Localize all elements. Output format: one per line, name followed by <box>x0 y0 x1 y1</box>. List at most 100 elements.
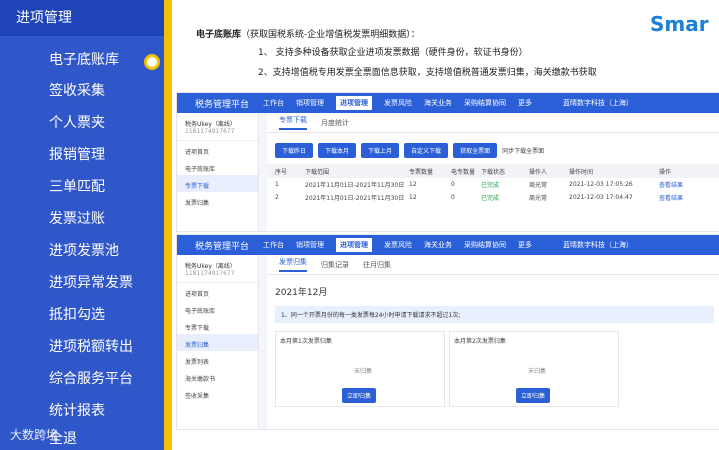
ukey-box[interactable]: 税务Ukey（离线） 1181174917677 <box>177 113 258 141</box>
company-name[interactable]: 蓝晴数字科技（上海） <box>563 240 633 250</box>
nav-input[interactable]: 进项管理 <box>336 96 373 110</box>
main-content: 发票归集 归集记录 往月归集 2021年12月 1、同一个开票月份的每一类发票每24… <box>267 255 719 429</box>
menu-item-transfer[interactable]: 进项税额转出 <box>49 336 133 356</box>
menu-item-report[interactable]: 统计报表 <box>49 400 105 420</box>
left-menu: 进项管理 电子底账库 签收采集 个人票夹 报销管理 三单匹配 发票过账 进项发票… <box>0 0 172 450</box>
menu-item-posting[interactable]: 发票过账 <box>49 208 105 228</box>
cell: 2021-12-03 17:04:47 <box>569 194 633 201</box>
tab-records[interactable]: 归集记录 <box>321 260 349 270</box>
col-header: 专票数量 <box>409 168 434 176</box>
menu-item-ledger[interactable]: 电子底账库 <box>49 49 119 69</box>
btn-this-month[interactable]: 下载本月 <box>318 143 357 158</box>
desc-line1: 1、 支持多种设备获取企业进项发票数据（硬件身份，软证书身份） <box>258 48 528 58</box>
side-collect[interactable]: 发票归集 <box>177 334 258 351</box>
menu-item-abnormal[interactable]: 进项异常发票 <box>49 272 133 292</box>
nav-risk[interactable]: 发票风险 <box>384 240 412 250</box>
cell: 周光常 <box>529 182 548 189</box>
collect-now-button[interactable]: 立即归集 <box>342 388 377 403</box>
desc-line2: 2、支持增值税专用发票全票面信息获取，支持增值税普通发票归集，海关缴款书获取 <box>258 68 597 78</box>
ukey-number: 1181174917677 <box>185 270 235 277</box>
menu-item-deduct[interactable]: 抵扣勾选 <box>49 304 105 324</box>
download-table: 序号 下载范围 专票数量 电专数量 下载状态 操作人 操作时间 操作 1 202… <box>267 164 719 204</box>
btn-yesterday[interactable]: 下载昨日 <box>275 143 314 158</box>
side-home[interactable]: 进项首页 <box>177 141 258 158</box>
nav-more[interactable]: 更多 <box>518 98 532 108</box>
sidebar: 税务Ukey（离线） 1181174917677 进项首页 电子底账库 专票下载 … <box>177 113 259 231</box>
btn-custom[interactable]: 自定义下载 <box>404 143 449 158</box>
cell: 12 <box>409 181 417 188</box>
side-home[interactable]: 进项首页 <box>177 283 258 300</box>
status-badge: 已完成 <box>481 182 500 189</box>
card-title: 本月第1次发票归集 <box>280 338 332 345</box>
selected-marker-icon <box>144 54 160 70</box>
menu-item-personal[interactable]: 个人票夹 <box>49 112 105 132</box>
cell: 12 <box>409 194 417 201</box>
menu-item-pool[interactable]: 进项发票池 <box>49 240 119 260</box>
app-brand: 税务管理平台 <box>195 99 250 110</box>
side-customs[interactable]: 海关缴款书 <box>177 368 258 385</box>
ukey-label: 税务Ukey（离线） <box>185 121 236 128</box>
nav-workbench[interactable]: 工作台 <box>263 240 284 250</box>
side-sign[interactable]: 签收采集 <box>177 385 258 402</box>
cell: 2021年11月01日-2021年11月30日 <box>305 182 405 189</box>
top-nav: 税务管理平台 工作台 销项管理 进项管理 发票风险 海关业务 采购结算协同 更多… <box>177 235 719 255</box>
empty-text: 未归集 <box>354 368 373 375</box>
side-download[interactable]: 专票下载 <box>177 317 258 334</box>
cell: 周光常 <box>529 195 548 202</box>
tab-past[interactable]: 往月归集 <box>363 260 391 270</box>
nav-workbench[interactable]: 工作台 <box>263 98 284 108</box>
col-header: 电专数量 <box>451 168 476 176</box>
accent-strip <box>164 0 172 450</box>
table-row: 2 2021年11月01日-2021年11月30日 12 0 已完成 周光常 2… <box>267 191 719 204</box>
btn-last-month[interactable]: 下载上月 <box>361 143 400 158</box>
company-name[interactable]: 蓝晴数字科技（上海） <box>563 98 633 108</box>
col-header: 下载状态 <box>481 168 506 176</box>
nav-sales[interactable]: 销项管理 <box>296 240 324 250</box>
ukey-box[interactable]: 税务Ukey（离线） 1181174917677 <box>177 255 258 283</box>
nav-purchase[interactable]: 采购结算协同 <box>464 98 506 108</box>
cell: 1 <box>275 181 279 188</box>
tab-monthly[interactable]: 月度统计 <box>321 118 349 128</box>
collect-card-2: 本月第2次发票归集 未归集 立即归集 <box>449 331 619 407</box>
menu-item-match[interactable]: 三单匹配 <box>49 176 105 196</box>
btn-full[interactable]: 获取全票面 <box>453 143 498 158</box>
sync-checkbox[interactable]: 同步下载全票面 <box>502 143 544 158</box>
menu-item-sign[interactable]: 签收采集 <box>49 80 105 100</box>
side-list[interactable]: 发票列表 <box>177 351 258 368</box>
collect-now-button[interactable]: 立即归集 <box>516 388 551 403</box>
menu-item-service[interactable]: 综合服务平台 <box>49 368 133 388</box>
ukey-label: 税务Ukey（离线） <box>185 263 236 270</box>
main-content: 专票下载 月度统计 下载昨日 下载本月 下载上月 自定义下载 获取全票面 同步下载… <box>267 113 719 231</box>
col-header: 操作 <box>659 168 672 176</box>
nav-input[interactable]: 进项管理 <box>336 238 373 252</box>
col-header: 操作时间 <box>569 168 594 176</box>
side-ledger[interactable]: 电子底账库 <box>177 158 258 175</box>
desc-subtitle: （获取国税系统-企业增值税发票明细数据）： <box>241 30 420 40</box>
nav-sales[interactable]: 销项管理 <box>296 98 324 108</box>
sidebar: 税务Ukey（离线） 1181174917677 进项首页 电子底账库 专票下载 … <box>177 255 259 429</box>
tab-download[interactable]: 专票下载 <box>279 115 307 130</box>
nav-customs[interactable]: 海关业务 <box>424 240 452 250</box>
nav-risk[interactable]: 发票风险 <box>384 98 412 108</box>
cell: 2021年11月01日-2021年11月30日 <box>305 195 405 202</box>
nav-more[interactable]: 更多 <box>518 240 532 250</box>
cell: 0 <box>451 181 455 188</box>
desc-title: 电子底账库 <box>196 30 242 40</box>
empty-text: 未归集 <box>528 368 547 375</box>
side-collect[interactable]: 发票归集 <box>177 192 258 209</box>
nav-purchase[interactable]: 采购结算协同 <box>464 240 506 250</box>
screenshot-collect: 税务管理平台 工作台 销项管理 进项管理 发票风险 海关业务 采购结算协同 更多… <box>176 234 719 430</box>
cell: 0 <box>451 194 455 201</box>
brand-logo: Smar <box>650 12 709 36</box>
menu-item-reimburse[interactable]: 报销管理 <box>49 144 105 164</box>
view-result-link[interactable]: 查看结果 <box>659 193 683 202</box>
cell: 2021-12-03 17:05:26 <box>569 181 633 188</box>
tab-collect[interactable]: 发票归集 <box>279 257 307 272</box>
card-title: 本月第2次发票归集 <box>454 338 506 345</box>
view-result-link[interactable]: 查看结果 <box>659 180 683 189</box>
nav-customs[interactable]: 海关业务 <box>424 98 452 108</box>
side-download[interactable]: 专票下载 <box>177 175 258 192</box>
side-ledger[interactable]: 电子底账库 <box>177 300 258 317</box>
menu-header: 进项管理 <box>0 0 164 36</box>
top-nav: 税务管理平台 工作台 销项管理 进项管理 发票风险 海关业务 采购结算协同 更多… <box>177 93 719 113</box>
